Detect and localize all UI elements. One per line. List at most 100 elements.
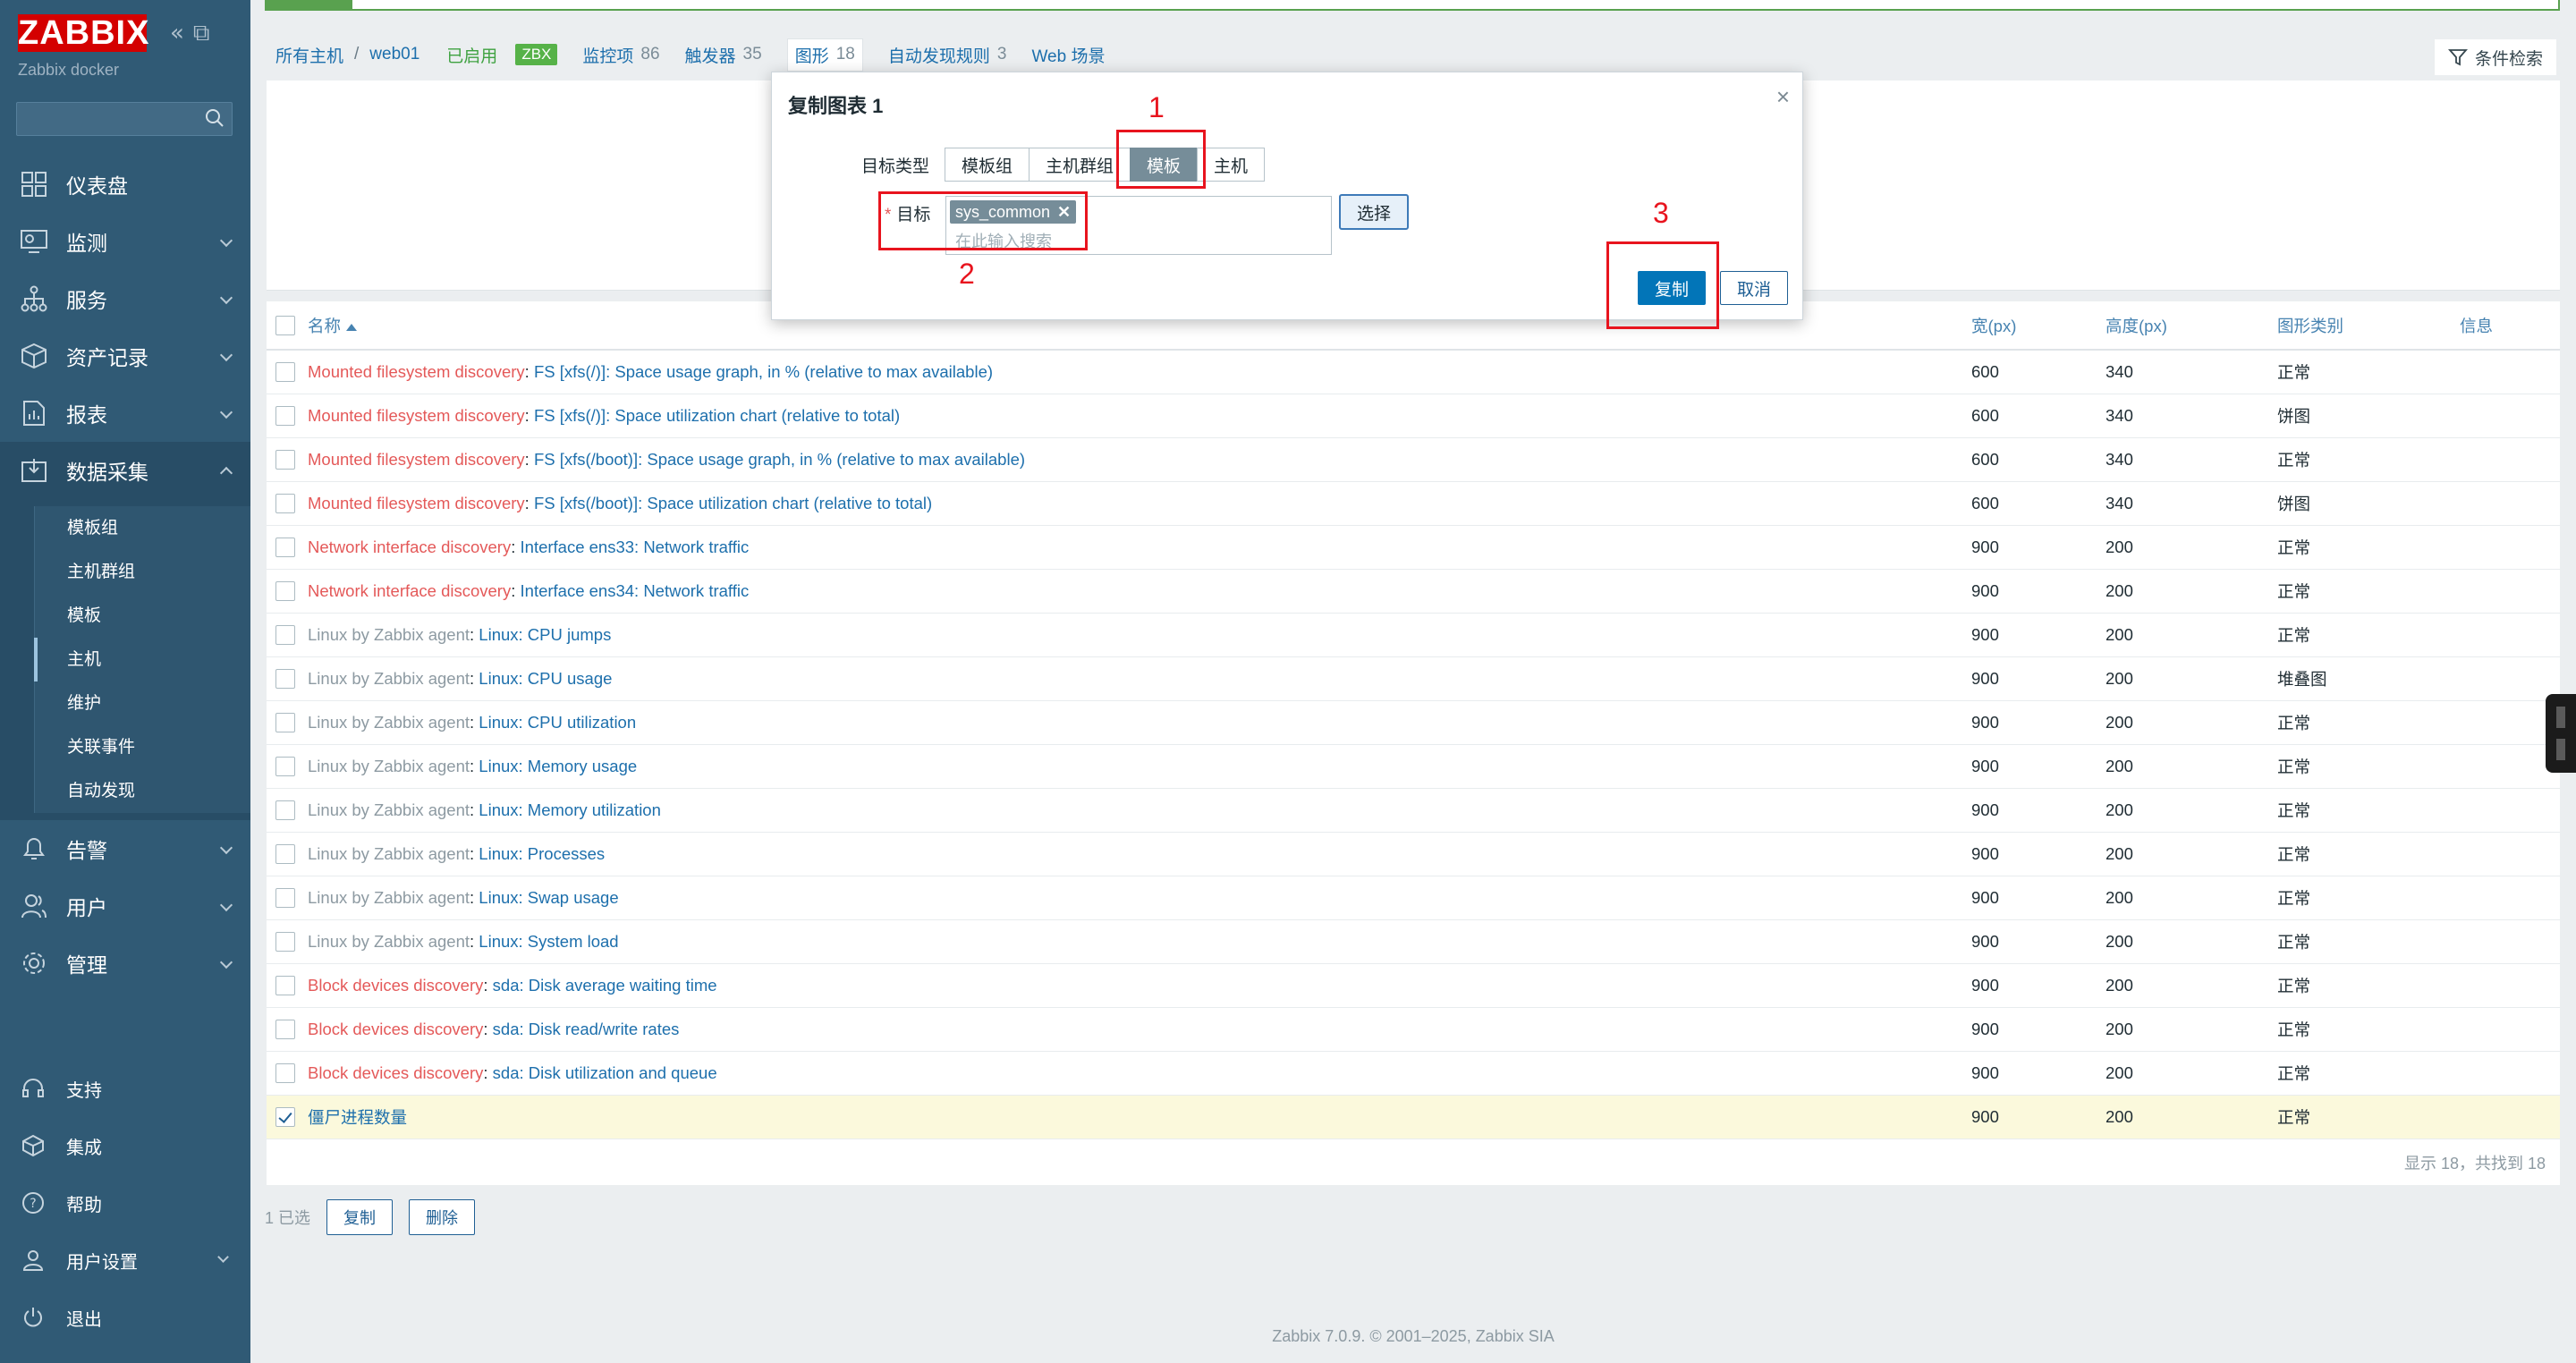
graph-name-link[interactable]: 僵尸进程数量 xyxy=(308,1108,407,1127)
tab-discovery-rules[interactable]: 自动发现规则 3 xyxy=(888,43,1007,67)
graph-source-link[interactable]: Mounted filesystem discovery xyxy=(308,362,525,381)
graph-name-link[interactable]: Interface ens34: Network traffic xyxy=(521,581,750,600)
target-type-template-groups[interactable]: 模板组 xyxy=(945,148,1030,182)
graph-source-link[interactable]: Block devices discovery xyxy=(308,976,483,995)
graph-source-link[interactable]: Linux by Zabbix agent xyxy=(308,757,470,775)
row-checkbox[interactable] xyxy=(275,888,295,909)
row-checkbox[interactable] xyxy=(275,362,295,383)
row-checkbox[interactable] xyxy=(275,538,295,558)
filter-toggle-button[interactable]: 条件检索 xyxy=(2435,39,2556,75)
menu-item-user-settings[interactable]: 用户设置 xyxy=(0,1232,250,1289)
row-checkbox[interactable] xyxy=(275,1063,295,1084)
tab-items[interactable]: 监控项 86 xyxy=(582,43,659,67)
sidebar-search-input[interactable] xyxy=(16,102,233,136)
row-checkbox[interactable] xyxy=(275,625,295,646)
graph-name-link[interactable]: sda: Disk average waiting time xyxy=(493,976,717,995)
column-height[interactable]: 高度(px) xyxy=(2106,301,2277,351)
row-checkbox[interactable] xyxy=(275,406,295,427)
menu-item-integrations[interactable]: 集成 xyxy=(0,1117,250,1174)
graph-source-link[interactable]: Network interface discovery xyxy=(308,581,511,600)
row-checkbox[interactable] xyxy=(275,844,295,865)
row-checkbox[interactable] xyxy=(275,932,295,952)
graph-name-link[interactable]: Linux: System load xyxy=(479,932,618,951)
graph-name-link[interactable]: Linux: CPU utilization xyxy=(479,713,636,732)
cancel-button[interactable]: 取消 xyxy=(1720,271,1788,305)
graph-name-link[interactable]: sda: Disk read/write rates xyxy=(493,1020,680,1038)
row-checkbox[interactable] xyxy=(275,494,295,514)
mass-copy-button[interactable]: 复制 xyxy=(326,1199,394,1235)
graph-source-link[interactable]: Block devices discovery xyxy=(308,1020,483,1038)
row-checkbox[interactable] xyxy=(275,669,295,690)
graph-name-link[interactable]: Linux: Memory utilization xyxy=(479,800,661,819)
side-drag-handle[interactable] xyxy=(2546,694,2576,773)
graph-name-link[interactable]: Linux: CPU jumps xyxy=(479,625,611,644)
mass-delete-button[interactable]: 删除 xyxy=(409,1199,476,1235)
menu-item-dashboard[interactable]: 仪表盘 xyxy=(0,156,250,213)
menu-item-alerts[interactable]: 告警 xyxy=(0,820,250,877)
tab-web-scenarios[interactable]: Web 场景 xyxy=(1031,43,1105,67)
submenu-item-template-groups[interactable]: 模板组 xyxy=(34,506,250,550)
graph-source-link[interactable]: Linux by Zabbix agent xyxy=(308,844,470,863)
select-target-button[interactable]: 选择 xyxy=(1339,194,1410,230)
column-width[interactable]: 宽(px) xyxy=(1971,301,2106,351)
submenu-item-hosts[interactable]: 主机 xyxy=(34,638,250,682)
collapse-sidebar-icon[interactable]: « xyxy=(170,20,184,47)
graph-source-link[interactable]: Linux by Zabbix agent xyxy=(308,669,470,688)
menu-item-support[interactable]: 支持 xyxy=(0,1060,250,1117)
breadcrumb-all-hosts[interactable]: 所有主机 xyxy=(275,43,343,67)
close-icon[interactable]: × xyxy=(1776,83,1790,111)
submenu-item-event-correlation[interactable]: 关联事件 xyxy=(34,725,250,769)
select-all-checkbox[interactable] xyxy=(275,316,295,336)
graph-source-link[interactable]: Linux by Zabbix agent xyxy=(308,713,470,732)
row-checkbox[interactable] xyxy=(275,976,295,996)
submenu-item-templates[interactable]: 模板 xyxy=(34,594,250,638)
row-checkbox[interactable] xyxy=(275,713,295,733)
graph-name-link[interactable]: FS [xfs(/)]: Space utilization chart (re… xyxy=(534,406,900,425)
column-graph-type[interactable]: 图形类别 xyxy=(2277,301,2460,351)
menu-item-administration[interactable]: 管理 xyxy=(0,935,250,992)
graph-source-link[interactable]: Block devices discovery xyxy=(308,1063,483,1082)
target-type-hosts[interactable]: 主机 xyxy=(1197,148,1266,182)
breadcrumb-host[interactable]: web01 xyxy=(369,45,419,64)
row-checkbox[interactable] xyxy=(275,1107,295,1128)
menu-item-users[interactable]: 用户 xyxy=(0,877,250,935)
graph-name-link[interactable]: Linux: CPU usage xyxy=(479,669,612,688)
row-checkbox[interactable] xyxy=(275,1020,295,1040)
graph-source-link[interactable]: Linux by Zabbix agent xyxy=(308,932,470,951)
graph-name-link[interactable]: Linux: Swap usage xyxy=(479,888,618,907)
graph-name-link[interactable]: FS [xfs(/)]: Space usage graph, in % (re… xyxy=(534,362,993,381)
menu-item-services[interactable]: 服务 xyxy=(0,270,250,327)
tab-graphs[interactable]: 图形 18 xyxy=(786,38,863,72)
submenu-item-discovery[interactable]: 自动发现 xyxy=(34,769,250,813)
menu-item-monitoring[interactable]: 监测 xyxy=(0,213,250,270)
graph-source-link[interactable]: Mounted filesystem discovery xyxy=(308,406,525,425)
menu-item-data-collection[interactable]: 数据采集 xyxy=(0,442,250,499)
menu-item-help[interactable]: ? 帮助 xyxy=(0,1174,250,1232)
tab-triggers[interactable]: 触发器 35 xyxy=(685,43,762,67)
graph-source-link[interactable]: Mounted filesystem discovery xyxy=(308,450,525,469)
menu-item-reports[interactable]: 报表 xyxy=(0,385,250,442)
graph-name-link[interactable]: Linux: Processes xyxy=(479,844,605,863)
row-checkbox[interactable] xyxy=(275,581,295,602)
graph-source-link[interactable]: Mounted filesystem discovery xyxy=(308,494,525,512)
graph-source-link[interactable]: Linux by Zabbix agent xyxy=(308,888,470,907)
search-icon[interactable] xyxy=(205,108,225,128)
submenu-item-maintenance[interactable]: 维护 xyxy=(34,682,250,725)
graph-source-link[interactable]: Linux by Zabbix agent xyxy=(308,800,470,819)
zabbix-logo[interactable]: ZABBIX xyxy=(18,14,148,52)
row-checkbox[interactable] xyxy=(275,757,295,777)
target-type-host-groups[interactable]: 主机群组 xyxy=(1029,148,1131,182)
graph-name-link[interactable]: Interface ens33: Network traffic xyxy=(521,538,750,556)
graph-source-link[interactable]: Network interface discovery xyxy=(308,538,511,556)
graph-source-link[interactable]: Linux by Zabbix agent xyxy=(308,625,470,644)
submenu-item-host-groups[interactable]: 主机群组 xyxy=(34,550,250,594)
host-status-enabled[interactable]: 已启用 xyxy=(446,43,497,67)
menu-item-inventory[interactable]: 资产记录 xyxy=(0,327,250,385)
graph-name-link[interactable]: FS [xfs(/boot)]: Space utilization chart… xyxy=(534,494,932,512)
kiosk-mode-icon[interactable]: ⧉ xyxy=(193,20,210,47)
row-checkbox[interactable] xyxy=(275,800,295,821)
row-checkbox[interactable] xyxy=(275,450,295,470)
menu-item-sign-out[interactable]: 退出 xyxy=(0,1289,250,1346)
graph-name-link[interactable]: Linux: Memory usage xyxy=(479,757,637,775)
graph-name-link[interactable]: FS [xfs(/boot)]: Space usage graph, in %… xyxy=(534,450,1025,469)
